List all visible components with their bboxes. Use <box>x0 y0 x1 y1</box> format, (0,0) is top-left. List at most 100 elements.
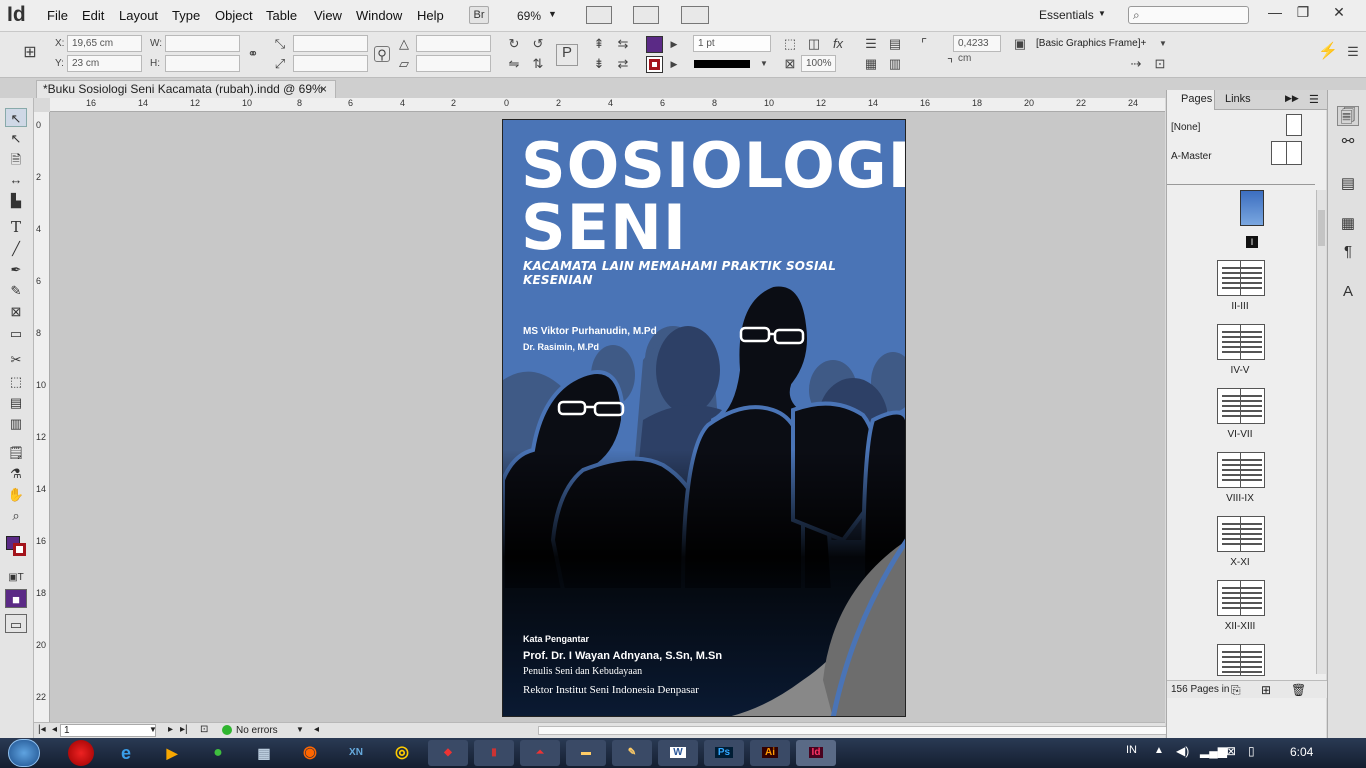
line-tool-icon[interactable]: ╱ <box>5 239 27 258</box>
select-next-icon[interactable]: ⇄ <box>615 56 631 72</box>
lightning-icon[interactable]: ⚡ <box>1318 44 1338 60</box>
spread-thumb[interactable] <box>1217 388 1265 424</box>
menu-help[interactable]: Help <box>417 8 444 23</box>
gradient-feather-tool-icon[interactable]: ▥ <box>5 414 27 433</box>
workspace-switcher[interactable]: Essentials <box>1039 8 1094 22</box>
acrobat-icon[interactable]: ⏶ <box>520 740 560 766</box>
calculator-icon[interactable]: ▦ <box>244 740 284 766</box>
text-wrap-box-icon[interactable]: ▤ <box>887 36 903 52</box>
link-icon[interactable]: ⚲ <box>374 46 390 62</box>
opera-icon[interactable] <box>68 740 94 766</box>
spread-thumb[interactable] <box>1217 260 1265 296</box>
page-size-icon[interactable]: ⎘ <box>1231 683 1241 698</box>
menu-file[interactable]: File <box>47 8 68 23</box>
pasteboard[interactable]: SOSIOLOGI SENI KACAMATA LAIN MEMAHAMI PR… <box>50 112 1165 722</box>
fit-content-icon[interactable]: ▦ <box>863 56 879 72</box>
view-options-icon[interactable] <box>586 6 612 24</box>
chevron-right-icon[interactable]: ▶ <box>666 56 682 72</box>
direct-selection-tool-icon[interactable]: ↖ <box>5 129 27 148</box>
help-search-input[interactable]: ⌕ <box>1128 6 1249 24</box>
select-container-icon[interactable]: ⇞ <box>591 36 607 52</box>
reader-icon[interactable]: ◆ <box>428 740 468 766</box>
book-cover-page[interactable]: SOSIOLOGI SENI KACAMATA LAIN MEMAHAMI PR… <box>502 119 906 717</box>
scale-y-field[interactable] <box>293 55 368 72</box>
delete-page-icon[interactable]: 🗑 <box>1291 683 1306 697</box>
start-button[interactable] <box>8 739 40 767</box>
chrome-icon[interactable]: ◎ <box>382 740 422 766</box>
new-page-icon[interactable]: ⊞ <box>1261 683 1271 697</box>
collapse-panel-icon[interactable]: ▶▶ <box>1285 93 1299 104</box>
gap-tool-icon[interactable]: ↔ <box>5 170 27 189</box>
fit-frame-icon[interactable]: ▥ <box>887 56 903 72</box>
fitting-frame-icon[interactable]: ⬚ <box>782 36 798 52</box>
tab-pages[interactable]: Pages <box>1167 90 1215 110</box>
illustrator-icon[interactable]: Ai <box>750 740 790 766</box>
battery-icon[interactable]: ▯ <box>1248 744 1255 758</box>
character-panel-icon[interactable]: A <box>1337 282 1359 302</box>
tray-expand-icon[interactable]: ▲ <box>1154 745 1164 756</box>
next-page-icon[interactable]: ▸ <box>168 724 173 735</box>
corner-size-field[interactable]: 0,4233 cm <box>953 35 1001 64</box>
page-number-field[interactable]: 1 <box>60 724 156 737</box>
horizontal-ruler[interactable]: 16 14 12 10 8 6 4 2 0 2 4 6 8 10 12 14 1… <box>50 98 1165 112</box>
word-icon[interactable]: W <box>658 740 698 766</box>
normal-view-icon[interactable]: ▭ <box>5 614 27 633</box>
text-wrap-none-icon[interactable]: ☰ <box>863 36 879 52</box>
chevron-down-icon[interactable]: ▼ <box>1098 9 1106 18</box>
x-position-field[interactable]: 19,65 cm <box>67 35 142 52</box>
close-tab-icon[interactable]: × <box>320 81 327 98</box>
menu-object[interactable]: Object <box>215 8 253 23</box>
menu-edit[interactable]: Edit <box>82 8 104 23</box>
close-icon[interactable]: ✕ <box>1326 2 1352 22</box>
gradient-swatch-tool-icon[interactable]: ▤ <box>5 393 27 412</box>
pages-scrollbar[interactable] <box>1316 190 1326 674</box>
rectangle-frame-tool-icon[interactable]: ⊠ <box>5 302 27 321</box>
drop-shadow-icon[interactable]: ◫ <box>806 36 822 52</box>
selection-tool-icon[interactable]: ↖ <box>5 108 27 127</box>
rotation-field[interactable] <box>416 35 491 52</box>
ie-icon[interactable]: e <box>106 740 146 766</box>
winrar-icon[interactable]: ▮ <box>474 740 514 766</box>
chevron-down-icon[interactable]: ▼ <box>296 725 304 734</box>
flip-horizontal-icon[interactable]: ⇋ <box>506 56 522 72</box>
menu-table[interactable]: Table <box>266 8 297 23</box>
first-page-icon[interactable]: |◂ <box>38 724 46 735</box>
formatting-container-icon[interactable]: ▣T <box>5 568 27 587</box>
master-a-thumb[interactable] <box>1271 141 1302 165</box>
flip-vertical-icon[interactable]: ⇅ <box>530 56 546 72</box>
indesign-icon[interactable]: Id <box>796 740 836 766</box>
object-style-options-icon[interactable]: ⊡ <box>1152 56 1168 72</box>
xnview-icon[interactable]: XN <box>336 740 376 766</box>
clock[interactable]: 6:04 <box>1290 745 1313 759</box>
media-player-icon[interactable]: ▶ <box>152 740 192 766</box>
menu-view[interactable]: View <box>314 8 342 23</box>
bridge-button[interactable]: Br <box>469 6 489 24</box>
language-indicator[interactable]: IN <box>1126 744 1137 756</box>
y-position-field[interactable]: 23 cm <box>67 55 142 72</box>
menu-window[interactable]: Window <box>356 8 402 23</box>
chevron-right-icon[interactable]: ▶ <box>666 36 682 52</box>
restore-icon[interactable]: ❐ <box>1290 2 1316 22</box>
height-field[interactable] <box>165 55 240 72</box>
chevron-down-icon[interactable]: ▼ <box>1155 36 1171 52</box>
network-icon[interactable]: ⊠ <box>1226 744 1236 758</box>
open-page-icon[interactable]: ⊡ <box>200 724 208 735</box>
corner-options-icon[interactable]: ⌜ <box>916 36 932 52</box>
free-transform-tool-icon[interactable]: ⬚ <box>5 372 27 391</box>
signal-icon[interactable]: ▂▄▆ <box>1200 744 1227 758</box>
document-tab[interactable]: *Buku Sosiologi Seni Kacamata (rubah).in… <box>36 80 336 98</box>
scroll-left-icon[interactable]: ◂ <box>314 724 319 735</box>
paragraph-panel-icon[interactable]: ¶ <box>1337 242 1359 262</box>
links-panel-icon[interactable]: ⚯ <box>1337 132 1359 152</box>
arrange-documents-icon[interactable] <box>681 6 709 24</box>
master-none-thumb[interactable] <box>1286 114 1302 136</box>
chevron-down-icon[interactable]: ▼ <box>756 56 772 72</box>
vertical-ruler[interactable]: 0 2 4 6 8 10 12 14 16 18 20 22 <box>34 112 50 722</box>
pen-tool-icon[interactable]: ✒ <box>5 260 27 279</box>
chrome-alt-icon[interactable]: ● <box>198 740 238 766</box>
spread-thumb[interactable] <box>1217 580 1265 616</box>
opacity-field[interactable]: 100% <box>801 55 836 72</box>
object-style-dropdown[interactable]: [Basic Graphics Frame]+ <box>1036 38 1146 49</box>
menu-type[interactable]: Type <box>172 8 200 23</box>
spread-thumb[interactable] <box>1217 452 1265 488</box>
